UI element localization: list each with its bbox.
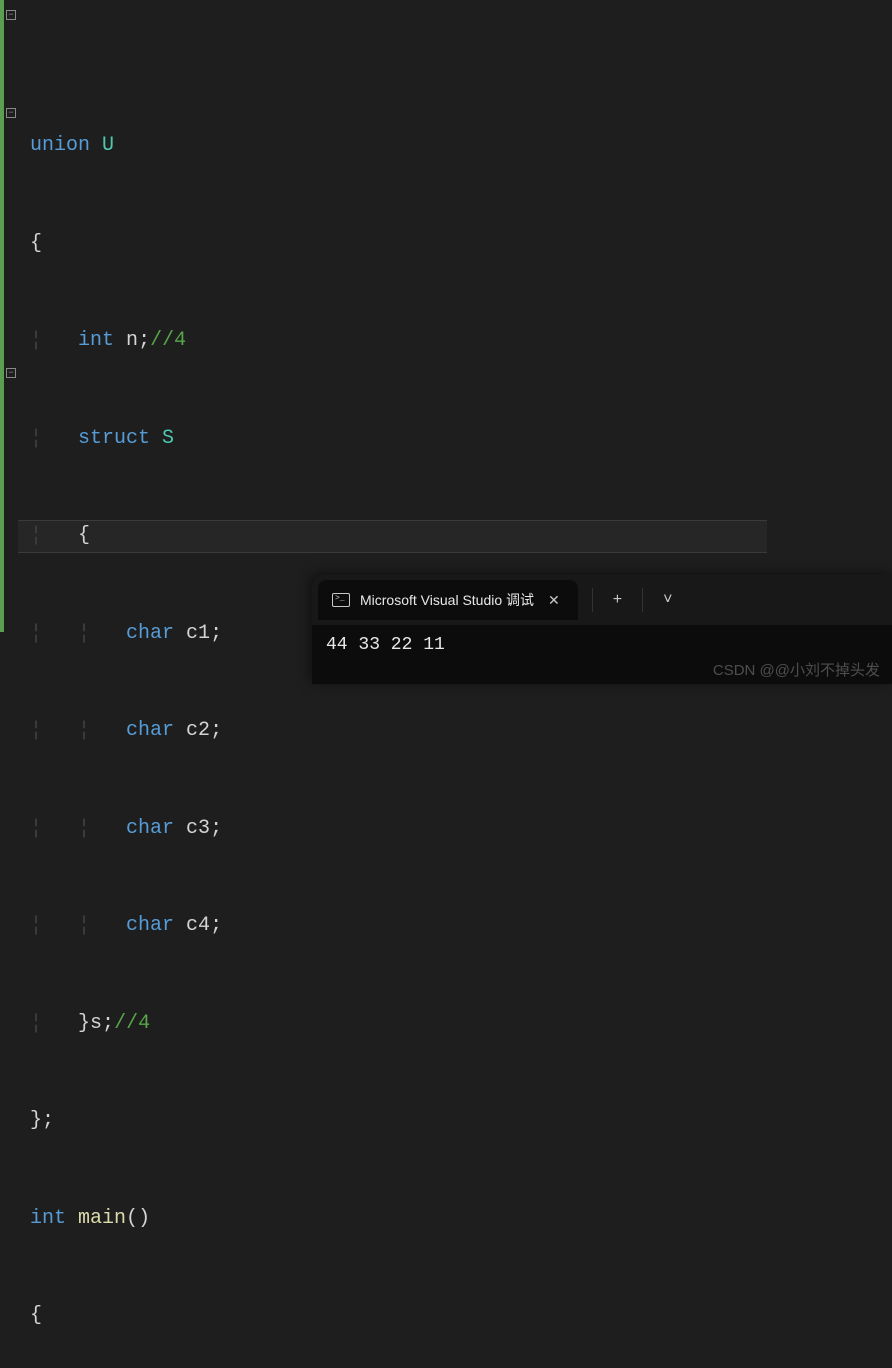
change-indicator bbox=[0, 0, 4, 632]
new-tab-button[interactable]: + bbox=[603, 585, 632, 615]
type-S: S bbox=[162, 427, 174, 450]
comment: //4 bbox=[114, 1012, 150, 1035]
type-U: U bbox=[102, 134, 114, 157]
terminal-icon bbox=[332, 593, 350, 607]
keyword-union: union bbox=[30, 134, 90, 157]
fold-icon[interactable]: − bbox=[6, 108, 16, 118]
member-n: n bbox=[126, 329, 138, 352]
editor-gutter: − − − bbox=[0, 0, 18, 684]
watermark-text: CSDN @@小刘不掉头发 bbox=[713, 659, 880, 680]
terminal-panel: Microsoft Visual Studio 调试 ✕ + ˅ 44 33 2… bbox=[312, 575, 892, 684]
divider bbox=[642, 588, 643, 612]
member-c3: c3 bbox=[186, 817, 210, 840]
member-s: s bbox=[90, 1012, 102, 1035]
func-main: main bbox=[78, 1207, 126, 1230]
terminal-output-area[interactable]: 44 33 22 11 CSDN @@小刘不掉头发 bbox=[312, 625, 892, 684]
member-c1: c1 bbox=[186, 622, 210, 645]
terminal-tab[interactable]: Microsoft Visual Studio 调试 ✕ bbox=[318, 580, 578, 620]
member-c4: c4 bbox=[186, 914, 210, 937]
terminal-tab-title: Microsoft Visual Studio 调试 bbox=[360, 590, 534, 610]
terminal-tabbar: Microsoft Visual Studio 调试 ✕ + ˅ bbox=[312, 575, 892, 625]
fold-icon[interactable]: − bbox=[6, 368, 16, 378]
comment: //4 bbox=[150, 329, 186, 352]
tab-dropdown-button[interactable]: ˅ bbox=[653, 585, 682, 615]
close-icon[interactable]: ✕ bbox=[544, 590, 564, 611]
keyword-struct: struct bbox=[78, 427, 150, 450]
fold-icon[interactable]: − bbox=[6, 10, 16, 20]
terminal-output-line: 44 33 22 11 bbox=[326, 635, 878, 655]
member-c2: c2 bbox=[186, 719, 210, 742]
keyword-int: int bbox=[30, 1207, 66, 1230]
divider bbox=[592, 588, 593, 612]
brace: { bbox=[30, 232, 42, 255]
keyword-int: int bbox=[78, 329, 114, 352]
